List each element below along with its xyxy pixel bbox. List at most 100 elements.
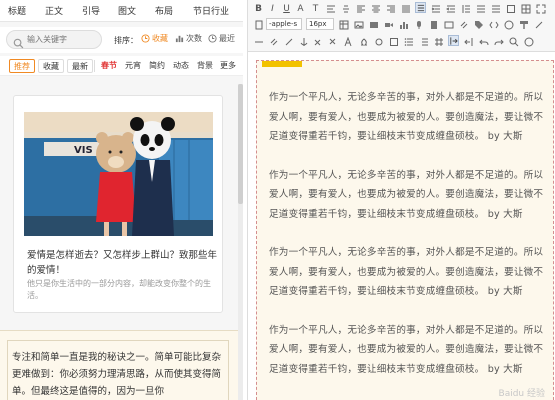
- filter-lantern[interactable]: 元宵: [125, 59, 141, 73]
- rtl-icon[interactable]: [463, 36, 474, 47]
- filter-divider: [94, 60, 95, 72]
- align-center-icon[interactable]: [370, 3, 381, 14]
- frame-icon[interactable]: [388, 36, 399, 47]
- search-replace-icon[interactable]: [508, 36, 519, 47]
- document-paragraph[interactable]: 作为一个平凡人，无论多辛苦的事，对外人都是不足道的。所以爱人啊，要有爱人，也要成…: [269, 243, 545, 302]
- indent-icon[interactable]: [430, 3, 441, 14]
- filter-favorites[interactable]: 收藏: [38, 59, 64, 73]
- search-box[interactable]: [6, 30, 102, 49]
- ltr-icon[interactable]: [448, 35, 459, 46]
- paste-icon[interactable]: [253, 19, 264, 30]
- settings-icon[interactable]: [373, 36, 384, 47]
- map-icon[interactable]: [443, 19, 454, 30]
- font-size-icon[interactable]: [343, 36, 354, 47]
- superscript-icon[interactable]: [313, 36, 324, 47]
- nav-item-guide[interactable]: 引导: [82, 4, 100, 17]
- nav-item-body[interactable]: 正文: [45, 4, 63, 17]
- image-icon[interactable]: [353, 19, 364, 30]
- filter-tabs: 推荐 收藏 最新 春节 元宵 简约 动态 背景 更多: [0, 56, 243, 76]
- format-painter-icon[interactable]: [518, 19, 529, 30]
- sort-option-label: 收藏: [152, 34, 168, 43]
- tag-icon[interactable]: [473, 19, 484, 30]
- undo-icon[interactable]: [478, 36, 489, 47]
- card-title: 爱情是怎样逝去？又怎样步上群山？致那些年的爱情！: [27, 250, 218, 276]
- spacing-icon[interactable]: [490, 3, 501, 14]
- emoji-icon[interactable]: [503, 19, 514, 30]
- text-style-button[interactable]: T: [310, 3, 321, 14]
- bullet-list-icon[interactable]: [403, 36, 414, 47]
- audio-icon[interactable]: [413, 19, 424, 30]
- font-size-select[interactable]: 16px: [306, 18, 334, 30]
- link-icon[interactable]: [268, 36, 279, 47]
- table-icon[interactable]: [520, 3, 531, 14]
- search-input[interactable]: [27, 33, 99, 46]
- strike-icon[interactable]: [340, 3, 351, 14]
- nav-item-layout[interactable]: 布局: [155, 4, 173, 17]
- align-right-icon[interactable]: [385, 3, 396, 14]
- bold-button[interactable]: B: [253, 3, 264, 14]
- omega-icon[interactable]: [358, 36, 369, 47]
- align-justify-icon[interactable]: [400, 3, 411, 14]
- underline-button[interactable]: U: [281, 3, 292, 14]
- unlink-icon[interactable]: [283, 36, 294, 47]
- code-icon[interactable]: [488, 19, 499, 30]
- template-card[interactable]: VIS 爱情是怎样逝去？又怎样步上群山？致那些年的爱情！ 他只是你生活中的一部分…: [13, 95, 223, 313]
- filter-more[interactable]: 更多: [220, 59, 236, 73]
- link-icon[interactable]: [458, 19, 469, 30]
- filter-animated[interactable]: 动态: [173, 59, 189, 73]
- nav-item-title[interactable]: 标题: [8, 4, 26, 17]
- nav-item-image-text[interactable]: 图文: [118, 4, 136, 17]
- document-paragraph[interactable]: 作为一个平凡人，无论多辛苦的事，对外人都是不足道的。所以爱人啊，要有爱人，也要成…: [269, 88, 545, 147]
- paragraph-icon[interactable]: [475, 3, 486, 14]
- numbered-list-icon[interactable]: [418, 36, 429, 47]
- sort-by-recent[interactable]: 最近: [208, 33, 235, 44]
- card-description: 他只是你生活中的一部分内容，却能改变你整个的生活。: [27, 279, 211, 300]
- filter-latest[interactable]: 最新: [67, 59, 93, 73]
- border-icon[interactable]: [505, 3, 516, 14]
- sort-option-label: 最近: [219, 34, 235, 43]
- nav-item-holiday[interactable]: 节日行业: [193, 4, 229, 17]
- filter-simple[interactable]: 简约: [149, 59, 165, 73]
- horizontal-rule-icon[interactable]: [253, 36, 264, 47]
- font-family-select[interactable]: -apple-s: [266, 18, 302, 30]
- filter-spring-festival[interactable]: 春节: [101, 59, 117, 73]
- list-icon[interactable]: [415, 2, 426, 13]
- format-icon[interactable]: [325, 3, 336, 14]
- redo-icon[interactable]: [493, 36, 504, 47]
- grid-icon[interactable]: [433, 36, 444, 47]
- search-row: 排序： 收藏 次数 最近: [0, 27, 243, 53]
- media-icon[interactable]: [368, 19, 379, 30]
- card-photo: VIS: [24, 112, 213, 236]
- filter-recommended[interactable]: 推荐: [9, 59, 35, 73]
- italic-button[interactable]: I: [267, 3, 278, 14]
- clear-format-icon[interactable]: [533, 19, 544, 30]
- card-frame: 专注和简单一直是我的秘诀之一。简单可能比复杂更难做到：你必须努力理清思路，从而使…: [7, 340, 229, 400]
- sort-by-favorites[interactable]: 收藏: [141, 33, 168, 44]
- file-icon[interactable]: [428, 19, 439, 30]
- fullscreen-icon[interactable]: [535, 3, 546, 14]
- scroll-thumb[interactable]: [238, 84, 243, 204]
- photo-sign: VIS: [74, 145, 93, 156]
- chart-icon[interactable]: [398, 19, 409, 30]
- document-canvas[interactable]: 作为一个平凡人，无论多辛苦的事，对外人都是不足道的。所以爱人啊，要有爱人，也要成…: [256, 60, 554, 400]
- document-paragraph[interactable]: 作为一个平凡人，无论多辛苦的事，对外人都是不足道的。所以爱人啊，要有爱人，也要成…: [269, 166, 545, 225]
- outdent-icon[interactable]: [445, 3, 456, 14]
- template-card[interactable]: 专注和简单一直是我的秘诀之一。简单可能比复杂更难做到：你必须努力理清思路，从而使…: [0, 330, 243, 400]
- subscript-icon[interactable]: [328, 36, 339, 47]
- document-body[interactable]: 作为一个平凡人，无论多辛苦的事，对外人都是不足道的。所以爱人啊，要有爱人，也要成…: [269, 88, 545, 398]
- card-text: 专注和简单一直是我的秘诀之一。简单可能比复杂更难做到：你必须努力理清思路，从而使…: [12, 352, 222, 397]
- font-color-button[interactable]: A: [295, 3, 306, 14]
- sort-by-count[interactable]: 次数: [175, 33, 202, 44]
- bar-chart-icon: [175, 35, 184, 43]
- scrollbar[interactable]: [238, 84, 243, 400]
- line-height-icon[interactable]: [460, 3, 471, 14]
- document-paragraph[interactable]: 作为一个平凡人，无论多辛苦的事，对外人都是不足道的。所以爱人啊，要有爱人，也要成…: [269, 321, 545, 380]
- table-insert-icon[interactable]: [338, 19, 349, 30]
- help-icon[interactable]: [523, 36, 534, 47]
- anchor-icon[interactable]: [298, 36, 309, 47]
- video-icon[interactable]: [383, 19, 394, 30]
- formatting-toolbar: B I U A T -apple-s 16px: [248, 0, 555, 52]
- align-left-icon[interactable]: [355, 3, 366, 14]
- filter-background[interactable]: 背景: [197, 59, 213, 73]
- clock-icon: [208, 34, 217, 43]
